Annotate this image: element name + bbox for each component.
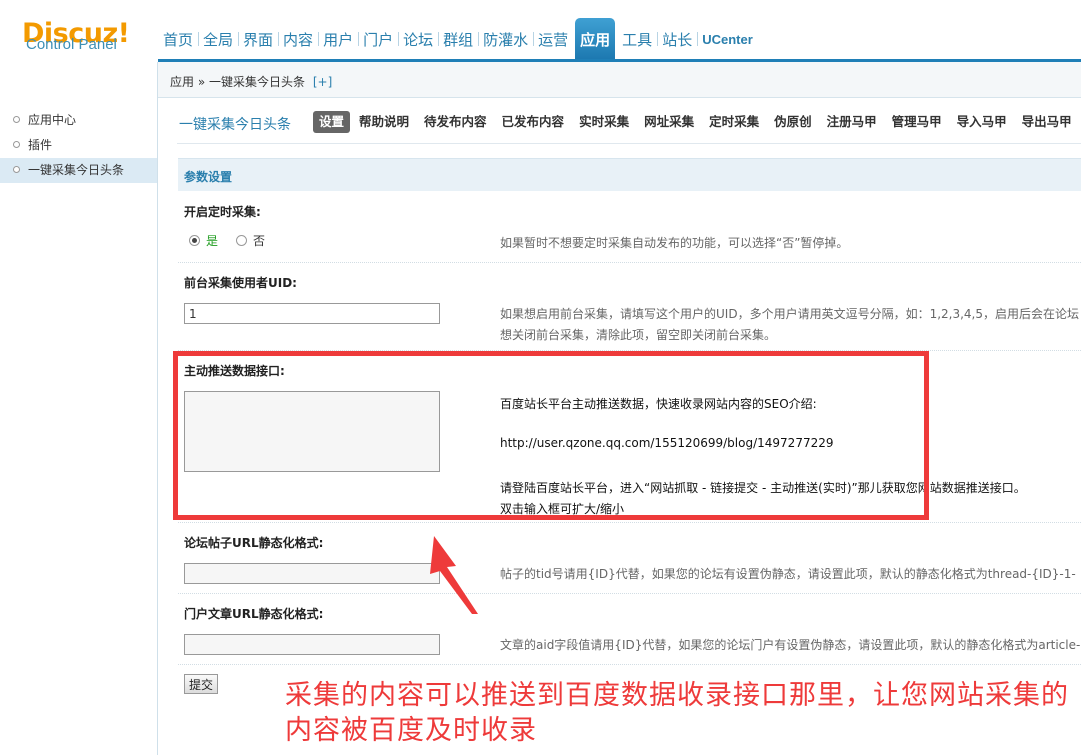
- push-resize-hint: 双击输入框可扩大/缩小: [500, 502, 625, 516]
- row-divider: [178, 593, 1081, 594]
- nav-operation[interactable]: 运营: [533, 18, 573, 60]
- nav-tools[interactable]: 工具: [617, 18, 657, 60]
- breadcrumb: 应用 » 一键采集今日头条 [+]: [170, 73, 332, 90]
- timed-collect-label: 开启定时采集:: [184, 205, 261, 219]
- forum-url-label: 论坛帖子URL静态化格式:: [184, 536, 324, 550]
- push-api-textarea[interactable]: [184, 391, 440, 472]
- bullet-icon: [13, 116, 20, 123]
- nav-antispam[interactable]: 防灌水: [478, 18, 533, 60]
- row-divider: [178, 664, 1081, 665]
- push-api-label: 主动推送数据接口:: [184, 364, 285, 378]
- radio-unchecked-icon: [236, 235, 247, 246]
- sidebar-item-toutiao-collector[interactable]: 一键采集今日头条: [0, 158, 157, 183]
- nav-users[interactable]: 用户: [318, 18, 358, 60]
- radio-yes-label: 是: [206, 234, 219, 248]
- tab-realtime[interactable]: 实时采集: [573, 111, 635, 133]
- add-shortcut-link[interactable]: [+]: [313, 75, 332, 89]
- sidebar-item-label: 一键采集今日头条: [28, 163, 125, 177]
- bullet-icon: [13, 141, 20, 148]
- uid-input[interactable]: [184, 303, 440, 324]
- row-divider: [178, 350, 1081, 351]
- timed-collect-no-radio[interactable]: 否: [236, 232, 265, 249]
- breadcrumb-current: 一键采集今日头条: [209, 75, 306, 89]
- portal-url-input[interactable]: [184, 634, 440, 655]
- tab-manage-vest[interactable]: 管理马甲: [886, 111, 948, 133]
- bullet-icon: [13, 166, 20, 173]
- tab-import-vest[interactable]: 导入马甲: [951, 111, 1013, 133]
- forum-url-input[interactable]: [184, 563, 440, 584]
- nav-ucenter[interactable]: UCenter: [697, 18, 758, 60]
- nav-interface[interactable]: 界面: [238, 18, 278, 60]
- forum-url-tip: 帖子的tid号请用{ID}代替，如果您的论坛有设置伪静态，请设置此项，默认的静态…: [500, 567, 1076, 581]
- radio-no-label: 否: [253, 234, 266, 248]
- timed-collect-yes-radio[interactable]: 是: [189, 232, 218, 249]
- tab-url-collect[interactable]: 网址采集: [638, 111, 700, 133]
- nav-forum[interactable]: 论坛: [398, 18, 438, 60]
- sidebar-item-app-center[interactable]: 应用中心: [0, 108, 157, 133]
- tab-help[interactable]: 帮助说明: [353, 111, 415, 133]
- timed-collect-tip: 如果暂时不想要定时采集自动发布的功能，可以选择“否”暂停掉。: [500, 236, 849, 250]
- sidebar-item-label: 应用中心: [28, 113, 77, 127]
- discuz-logo[interactable]: Discuz! Control Panel: [0, 0, 158, 62]
- radio-checked-icon: [189, 235, 200, 246]
- breadcrumb-root[interactable]: 应用: [170, 75, 194, 89]
- push-seo-intro: 百度站长平台主动推送数据，快速收录网站内容的SEO介绍:: [500, 397, 817, 411]
- tab-pseudo-original[interactable]: 伪原创: [768, 111, 818, 133]
- nav-groups[interactable]: 群组: [438, 18, 478, 60]
- tab-divider: [177, 143, 1081, 144]
- submit-button[interactable]: 提交: [184, 674, 219, 694]
- uid-tip-line2: 想关闭前台采集，清除此项，留空即关闭前台采集。: [500, 328, 777, 342]
- section-title: 参数设置: [184, 170, 233, 184]
- logo-subtitle: Control Panel: [26, 36, 117, 53]
- portal-url-label: 门户文章URL静态化格式:: [184, 607, 324, 621]
- sidebar-item-plugins[interactable]: 插件: [0, 133, 157, 158]
- plugin-tab-bar: 一键采集今日头条 设置 帮助说明 待发布内容 已发布内容 实时采集 网址采集 定…: [158, 100, 1081, 144]
- tab-published[interactable]: 已发布内容: [496, 111, 571, 133]
- push-seo-link[interactable]: http://user.qzone.qq.com/155120699/blog/…: [500, 436, 834, 450]
- plugin-title: 一键采集今日头条: [179, 117, 291, 133]
- left-sidebar: 应用中心 插件 一键采集今日头条: [0, 62, 158, 755]
- admin-header: Discuz! Control Panel 首页 全局 界面 内容 用户 门户 …: [0, 0, 1081, 62]
- nav-home[interactable]: 首页: [158, 18, 198, 60]
- sidebar-item-label: 插件: [28, 138, 53, 152]
- nav-apps[interactable]: 应用: [575, 18, 616, 60]
- nav-portal[interactable]: 门户: [358, 18, 398, 60]
- top-navigation: 首页 全局 界面 内容 用户 门户 论坛 群组 防灌水 运营 应用 工具 站长 …: [158, 18, 758, 60]
- uid-tip-line1: 如果想启用前台采集，请填写这个用户的UID，多个用户请用英文逗号分隔，如：1,2…: [500, 307, 1079, 321]
- plugin-tabs: 设置 帮助说明 待发布内容 已发布内容 实时采集 网址采集 定时采集 伪原创 注…: [313, 111, 1081, 133]
- row-divider: [178, 522, 1081, 523]
- nav-webmaster[interactable]: 站长: [657, 18, 697, 60]
- tab-scheduled[interactable]: 定时采集: [703, 111, 765, 133]
- nav-global[interactable]: 全局: [198, 18, 238, 60]
- uid-label: 前台采集使用者UID:: [184, 276, 297, 290]
- annotation-text: 采集的内容可以推送到百度数据收录接口那里，让您网站采集的内容被百度及时收录: [285, 680, 1069, 746]
- row-divider: [178, 262, 1081, 263]
- tab-pending[interactable]: 待发布内容: [418, 111, 493, 133]
- tab-export-vest[interactable]: 导出马甲: [1016, 111, 1078, 133]
- portal-url-tip: 文章的aid字段值请用{ID}代替，如果您的论坛门户有设置伪静态，请设置此项，默…: [500, 638, 1081, 652]
- section-header: 参数设置: [178, 158, 1081, 191]
- tab-settings[interactable]: 设置: [313, 111, 351, 133]
- breadcrumb-separator: »: [197, 75, 206, 89]
- push-instructions: 请登陆百度站长平台，进入“网站抓取 - 链接提交 - 主动推送(实时)”那儿获取…: [500, 481, 1026, 495]
- tab-register-vest[interactable]: 注册马甲: [821, 111, 883, 133]
- nav-content[interactable]: 内容: [278, 18, 318, 60]
- breadcrumb-bar: 应用 » 一键采集今日头条 [+]: [158, 62, 1081, 98]
